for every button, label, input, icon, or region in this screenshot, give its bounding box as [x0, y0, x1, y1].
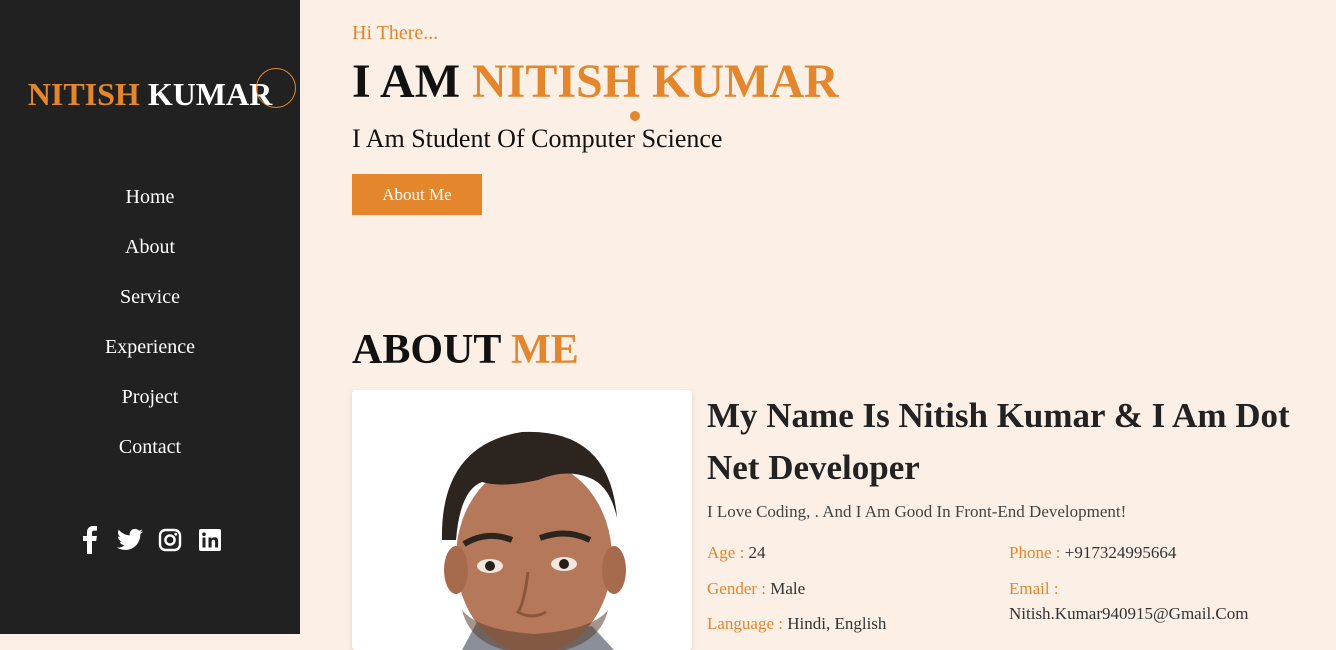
gender-label: Gender :	[707, 579, 767, 598]
nav-item-home[interactable]: Home	[0, 182, 300, 232]
nav-item-experience[interactable]: Experience	[0, 332, 300, 382]
sidebar-nav: Home About Service Experience Project Co…	[0, 182, 300, 482]
about-section-title: ABOUT ME	[352, 324, 579, 376]
hero-headline: I AM NITISH KUMAR	[352, 52, 839, 112]
phone-label: Phone :	[1009, 543, 1061, 562]
about-title-accent: ME	[511, 327, 579, 373]
nav-item-project[interactable]: Project	[0, 382, 300, 432]
about-title-main: ABOUT	[352, 327, 501, 373]
about-heading: My Name Is Nitish Kumar & I Am Dot Net D…	[707, 396, 1290, 487]
about-me-button[interactable]: About Me	[352, 174, 482, 215]
sidebar: NITISH KUMAR Home About Service Experien…	[0, 0, 300, 634]
main-content: Hi There... I AM NITISH KUMAR I Am Stude…	[352, 0, 1336, 650]
logo-ring-decoration	[256, 68, 296, 108]
about-description: I Love Coding, . And I Am Good In Front-…	[707, 502, 1127, 521]
age-value: 24	[748, 543, 766, 562]
headline-name: NITISH KUMAR	[472, 55, 839, 108]
nav-item-contact[interactable]: Contact	[0, 432, 300, 482]
phone-value: +917324995664	[1064, 543, 1177, 562]
email-value[interactable]: Nitish.Kumar940915@Gmail.Com	[1009, 601, 1248, 626]
facebook-icon[interactable]	[77, 524, 103, 556]
info-email: Email : Nitish.Kumar940915@Gmail.Com	[1009, 576, 1248, 626]
info-language: Language : Hindi, English	[707, 611, 886, 636]
info-age: Age : 24	[707, 540, 766, 565]
hero-subtitle: I Am Student Of Computer Science	[352, 124, 723, 153]
email-label: Email :	[1009, 579, 1059, 598]
nav-item-service[interactable]: Service	[0, 282, 300, 332]
logo-first-name: NITISH	[27, 76, 140, 112]
hero-greeting: Hi There...	[352, 22, 439, 44]
profile-photo-illustration	[441, 431, 626, 650]
age-label: Age :	[707, 543, 745, 562]
instagram-icon[interactable]	[157, 524, 183, 556]
language-label: Language :	[707, 614, 783, 633]
language-value: Hindi, English	[787, 614, 887, 633]
gender-value: Male	[770, 579, 806, 598]
site-logo[interactable]: NITISH KUMAR	[0, 76, 300, 112]
profile-photo	[352, 390, 692, 650]
typing-dot-decoration	[630, 111, 640, 121]
info-phone: Phone : +917324995664	[1009, 540, 1176, 565]
info-gender: Gender : Male	[707, 576, 805, 601]
twitter-icon[interactable]	[117, 524, 143, 556]
headline-prefix: I AM	[352, 55, 460, 108]
logo-last-name: KUMAR	[147, 76, 273, 112]
linkedin-icon[interactable]	[197, 524, 223, 556]
social-links	[0, 524, 300, 556]
nav-item-about[interactable]: About	[0, 232, 300, 282]
